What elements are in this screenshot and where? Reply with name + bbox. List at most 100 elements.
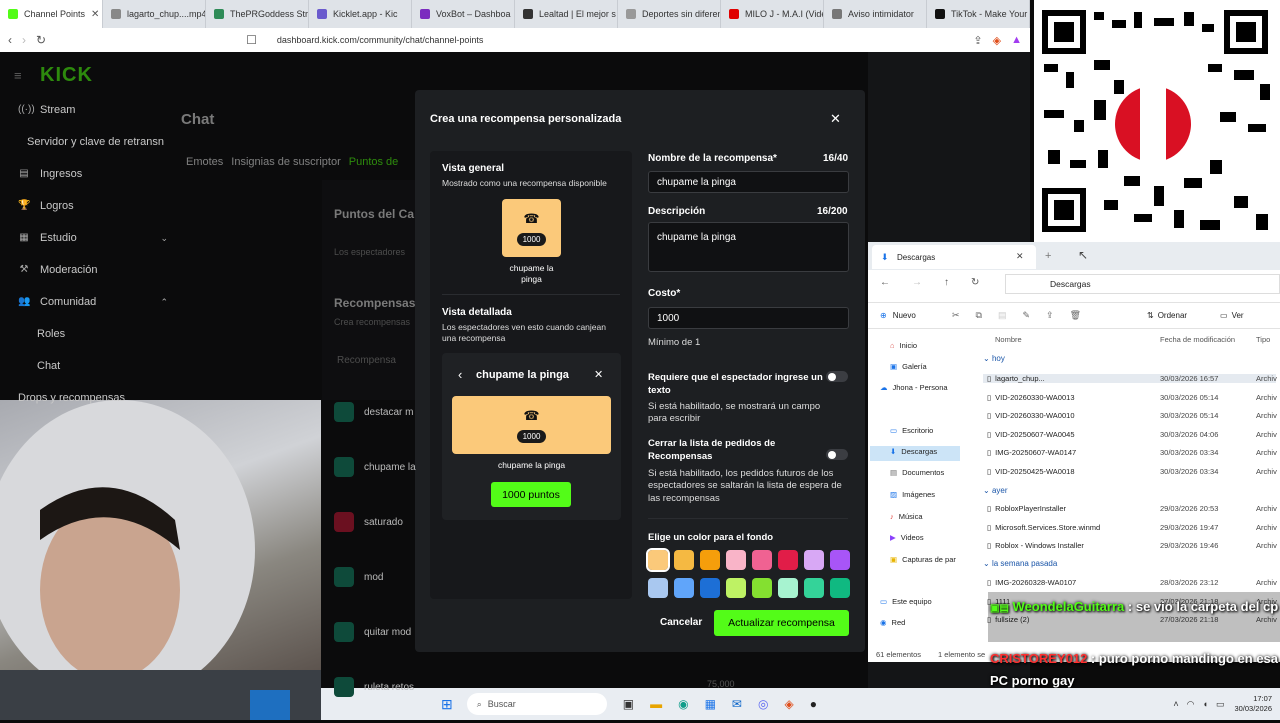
skip-queue-toggle[interactable] bbox=[826, 449, 848, 460]
paste-icon[interactable]: ▤ bbox=[998, 310, 1007, 321]
battery-icon[interactable]: ▭ bbox=[1216, 699, 1225, 710]
require-text-toggle[interactable] bbox=[826, 371, 848, 382]
file-row[interactable]: ▯ VID-20260330-WA0010 bbox=[987, 411, 1075, 420]
sidebar-item-roles[interactable]: Roles bbox=[37, 328, 187, 340]
tab-close-icon[interactable]: ✕ bbox=[91, 9, 99, 20]
back-arrow-icon[interactable]: ‹ bbox=[458, 367, 462, 382]
file-explorer-icon[interactable]: ▬ bbox=[650, 697, 662, 711]
color-swatch[interactable] bbox=[674, 550, 694, 570]
reward-row[interactable]: quitar mod bbox=[334, 622, 411, 642]
nav-item-descargas[interactable]: ⬇ Descargas bbox=[890, 447, 937, 456]
sidebar-item-logros[interactable]: 🏆 Logros bbox=[18, 200, 168, 212]
column-name[interactable]: Nombre bbox=[995, 335, 1022, 344]
color-swatch[interactable] bbox=[804, 578, 824, 598]
color-swatch[interactable] bbox=[778, 578, 798, 598]
sidebar-item-stream[interactable]: ((·)) Stream bbox=[18, 104, 168, 116]
column-type[interactable]: Tipo bbox=[1256, 335, 1270, 344]
color-swatch[interactable] bbox=[726, 578, 746, 598]
bookmark-icon[interactable]: ☐ bbox=[246, 33, 257, 47]
discord-icon[interactable]: ◎ bbox=[758, 697, 768, 711]
column-date[interactable]: Fecha de modificación bbox=[1160, 335, 1235, 344]
color-swatch[interactable] bbox=[700, 550, 720, 570]
file-row[interactable]: ▯ IMG-20250607-WA0147 bbox=[987, 448, 1076, 457]
nav-item-documentos[interactable]: ▤ Documentos bbox=[890, 468, 944, 477]
sidebar-item-estudio[interactable]: ▦ Estudio ⌄ bbox=[18, 232, 168, 244]
update-reward-button[interactable]: Actualizar recompensa bbox=[714, 610, 849, 636]
sidebar-item-comunidad[interactable]: 👥 Comunidad ⌃ bbox=[18, 296, 168, 308]
redeem-button[interactable]: 1000 puntos bbox=[491, 482, 571, 507]
cancel-button[interactable]: Cancelar bbox=[660, 617, 702, 628]
url-field[interactable]: dashboard.kick.com/community/chat/channe… bbox=[277, 35, 484, 45]
color-swatch[interactable] bbox=[700, 578, 720, 598]
file-row[interactable]: ▯ Roblox - Windows Installer bbox=[987, 541, 1084, 550]
browser-tab[interactable]: Channel Points ✕ bbox=[0, 0, 103, 28]
color-swatch[interactable] bbox=[804, 550, 824, 570]
nav-item-imagenes[interactable]: ▨ Imágenes bbox=[890, 490, 935, 499]
chevron-up-icon[interactable]: ˄ bbox=[1173, 699, 1178, 710]
explorer-back-icon[interactable]: ← bbox=[880, 277, 890, 288]
browser-tab[interactable]: TikTok - Make Your bbox=[927, 0, 1030, 28]
color-swatch[interactable] bbox=[646, 548, 670, 572]
reward-row[interactable]: chupame la bbox=[334, 457, 416, 477]
sort-button[interactable]: ⇅ Ordenar bbox=[1147, 311, 1187, 320]
nav-item-musica[interactable]: ♪ Música bbox=[890, 512, 923, 521]
delete-icon[interactable]: 🗑 bbox=[1070, 310, 1081, 321]
reward-name-input[interactable]: chupame la pinga bbox=[648, 171, 849, 193]
file-row[interactable]: ▯ RobloxPlayerInstaller bbox=[987, 504, 1066, 513]
rename-icon[interactable]: ✎ bbox=[1023, 310, 1031, 321]
reward-row[interactable]: mod bbox=[334, 567, 383, 587]
color-swatch[interactable] bbox=[830, 578, 850, 598]
browser-tab[interactable]: Kicklet.app - Kic bbox=[309, 0, 412, 28]
browser-tab[interactable]: Aviso intimidator bbox=[824, 0, 927, 28]
nav-item-galeria[interactable]: ▣ Galería bbox=[890, 362, 927, 371]
edge-icon[interactable]: ◉ bbox=[678, 697, 688, 711]
file-row[interactable]: ▯ VID-20260330-WA0013 bbox=[987, 393, 1075, 402]
description-textarea[interactable]: chupame la pinga bbox=[648, 222, 849, 272]
copy-icon[interactable]: ⧉ bbox=[976, 310, 982, 321]
reward-row[interactable]: ruleta retos bbox=[334, 677, 414, 697]
group-header[interactable]: ⌄ hoy bbox=[983, 354, 1005, 363]
explorer-refresh-icon[interactable]: ↻ bbox=[971, 277, 979, 288]
nav-item-este-equipo[interactable]: ▭ Este equipo bbox=[880, 597, 932, 606]
nav-item-inicio[interactable]: ⌂ Inicio bbox=[890, 341, 917, 350]
nav-item-capturas-de-par[interactable]: ▣ Capturas de par bbox=[890, 555, 956, 564]
share-icon[interactable]: ⇪ bbox=[973, 34, 982, 47]
color-swatch[interactable] bbox=[674, 578, 694, 598]
browser-tab[interactable]: VoxBot – Dashboa bbox=[412, 0, 515, 28]
detail-close-icon[interactable]: ✕ bbox=[594, 368, 603, 381]
sidebar-item-moderacion[interactable]: ⚒ Moderación bbox=[18, 264, 168, 276]
color-swatch[interactable] bbox=[830, 550, 850, 570]
file-row[interactable]: ▯ lagarto_chup... bbox=[983, 374, 1276, 383]
group-header[interactable]: ⌄ ayer bbox=[983, 486, 1008, 495]
sidebar-item-chat[interactable]: Chat bbox=[37, 360, 187, 372]
color-swatch[interactable] bbox=[648, 578, 668, 598]
sidebar-item-drops-y-recompensas[interactable]: Drops y recompensas bbox=[18, 392, 168, 404]
browser-tab[interactable]: Deportes sin diferen bbox=[618, 0, 721, 28]
brave-icon[interactable]: ◈ bbox=[784, 697, 793, 711]
nav-item-red[interactable]: ◉ Red bbox=[880, 618, 905, 627]
file-row[interactable]: ▯ Microsoft.Services.Store.winmd bbox=[987, 523, 1100, 532]
brave-shield-icon[interactable]: ◈ bbox=[993, 34, 1001, 47]
reward-row[interactable]: destacar m bbox=[334, 402, 413, 422]
store-icon[interactable]: ▦ bbox=[705, 697, 716, 711]
file-row[interactable]: ▯ IMG-20260328-WA0107 bbox=[987, 578, 1076, 587]
volume-icon[interactable]: ◖ bbox=[1203, 699, 1208, 710]
color-swatch[interactable] bbox=[778, 550, 798, 570]
new-tab-icon[interactable]: + bbox=[1045, 250, 1051, 262]
obs-icon[interactable]: ● bbox=[810, 697, 817, 711]
nav-item-escritorio[interactable]: ▭ Escritorio bbox=[890, 426, 933, 435]
wifi-icon[interactable]: ◠ bbox=[1187, 699, 1195, 710]
task-view-icon[interactable]: ▣ bbox=[623, 697, 634, 711]
brave-rewards-icon[interactable]: ▲ bbox=[1011, 34, 1022, 47]
browser-tab[interactable]: ThePRGoddess Stre bbox=[206, 0, 309, 28]
close-icon[interactable]: ✕ bbox=[830, 111, 841, 127]
explorer-up-icon[interactable]: ↑ bbox=[944, 277, 949, 288]
nav-item-videos[interactable]: ▶ Videos bbox=[890, 533, 924, 542]
reward-row[interactable]: saturado bbox=[334, 512, 403, 532]
new-button[interactable]: ⊕ Nuevo bbox=[880, 311, 916, 320]
group-header[interactable]: ⌄ la semana pasada bbox=[983, 559, 1057, 568]
color-swatch[interactable] bbox=[752, 550, 772, 570]
start-icon[interactable]: ⊞ bbox=[441, 696, 453, 713]
outlook-icon[interactable]: ✉ bbox=[732, 697, 742, 711]
browser-tab[interactable]: Lealtad | El mejor s bbox=[515, 0, 618, 28]
